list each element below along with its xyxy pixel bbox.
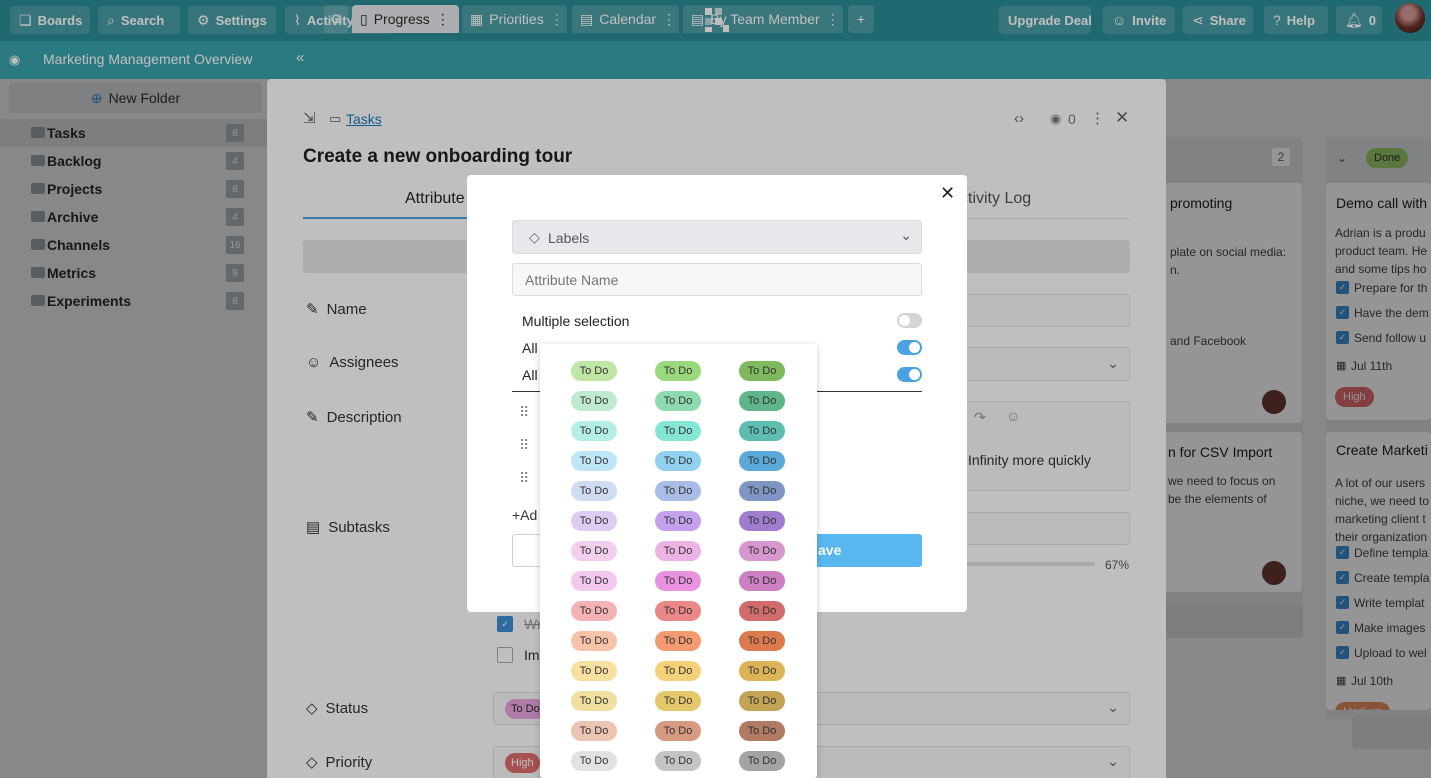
color-swatch[interactable]: To Do — [571, 541, 617, 561]
color-swatch[interactable]: To Do — [655, 541, 701, 561]
color-swatch[interactable]: To Do — [571, 751, 617, 771]
attribute-name-input[interactable] — [512, 263, 922, 296]
color-swatch[interactable]: To Do — [655, 691, 701, 711]
color-swatch[interactable]: To Do — [655, 451, 701, 471]
add-option-button[interactable]: +Ad — [512, 507, 537, 523]
color-swatch[interactable]: To Do — [571, 391, 617, 411]
color-swatch[interactable]: To Do — [571, 631, 617, 651]
color-swatch[interactable]: To Do — [739, 361, 785, 381]
tag-icon: ◇ — [529, 229, 540, 245]
color-swatch[interactable]: To Do — [571, 421, 617, 441]
color-swatch[interactable]: To Do — [655, 601, 701, 621]
color-swatch[interactable]: To Do — [655, 361, 701, 381]
color-swatch[interactable]: To Do — [739, 391, 785, 411]
color-swatch[interactable]: To Do — [739, 571, 785, 591]
attribute-type-select[interactable]: ◇ Labels ⌄ — [512, 220, 922, 254]
color-swatch[interactable]: To Do — [571, 361, 617, 381]
color-swatch[interactable]: To Do — [739, 661, 785, 681]
color-swatch[interactable]: To Do — [571, 721, 617, 741]
color-swatch[interactable]: To Do — [655, 631, 701, 651]
color-swatch[interactable]: To Do — [739, 751, 785, 771]
allow-option-toggle[interactable] — [897, 340, 922, 355]
color-swatch[interactable]: To Do — [655, 571, 701, 591]
chevron-down-icon: ⌄ — [900, 227, 912, 243]
drag-handle-icon[interactable]: ⠿ — [519, 470, 529, 487]
color-swatch[interactable]: To Do — [739, 541, 785, 561]
color-swatch[interactable]: To Do — [571, 511, 617, 531]
color-swatch[interactable]: To Do — [739, 511, 785, 531]
color-swatch[interactable]: To Do — [655, 721, 701, 741]
color-swatch[interactable]: To Do — [655, 511, 701, 531]
color-swatch[interactable]: To Do — [571, 451, 617, 471]
color-swatch[interactable]: To Do — [655, 481, 701, 501]
color-swatch[interactable]: To Do — [571, 571, 617, 591]
allow-option-label: All — [522, 367, 538, 383]
multiple-selection-toggle[interactable] — [897, 313, 922, 328]
color-swatch[interactable]: To Do — [655, 751, 701, 771]
color-swatch[interactable]: To Do — [655, 421, 701, 441]
color-swatch[interactable]: To Do — [739, 601, 785, 621]
color-swatch[interactable]: To Do — [739, 721, 785, 741]
color-swatch[interactable]: To Do — [739, 421, 785, 441]
close-icon[interactable]: ✕ — [940, 183, 955, 204]
color-swatch[interactable]: To Do — [739, 451, 785, 471]
drag-handle-icon[interactable]: ⠿ — [519, 437, 529, 454]
drag-handle-icon[interactable]: ⠿ — [519, 404, 529, 421]
color-swatch[interactable]: To Do — [739, 691, 785, 711]
label-color-palette: To Do To Do To Do To Do To Do To Do To Do To Do… — [540, 344, 817, 778]
color-swatch[interactable]: To Do — [739, 631, 785, 651]
multiple-selection-label: Multiple selection — [522, 313, 630, 329]
color-swatch[interactable]: To Do — [571, 661, 617, 681]
color-swatch[interactable]: To Do — [655, 391, 701, 411]
color-swatch[interactable]: To Do — [571, 601, 617, 621]
color-swatch[interactable]: To Do — [655, 661, 701, 681]
color-swatch[interactable]: To Do — [571, 481, 617, 501]
allow-option-toggle[interactable] — [897, 367, 922, 382]
allow-option-label: All — [522, 340, 538, 356]
color-swatch[interactable]: To Do — [571, 691, 617, 711]
color-swatch[interactable]: To Do — [739, 481, 785, 501]
